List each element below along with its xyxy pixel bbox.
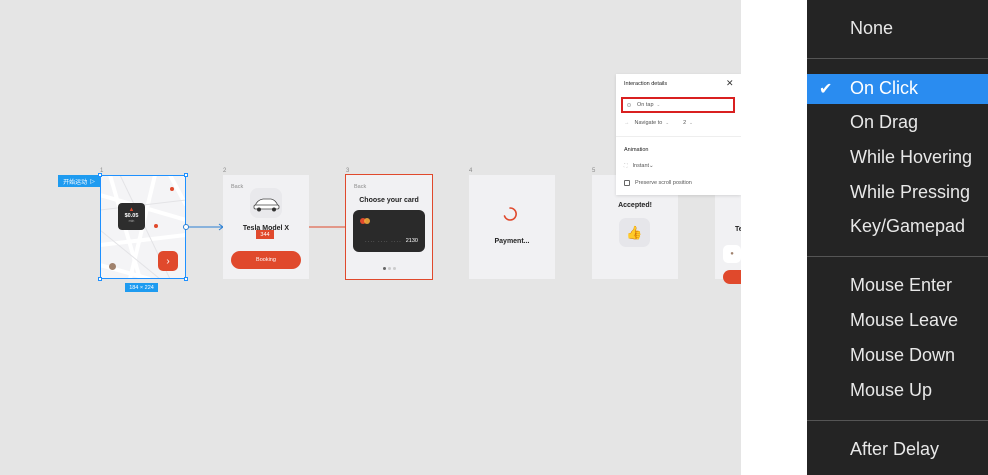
booking-button[interactable]: Booking <box>231 251 301 269</box>
animation-icon: ⛶ <box>624 163 628 169</box>
menu-item-after-delay[interactable]: After Delay <box>850 438 939 460</box>
car-image <box>250 188 282 218</box>
preserve-scroll-checkbox[interactable] <box>624 180 630 186</box>
preserve-scroll-option[interactable]: Preserve scroll position <box>624 180 692 186</box>
chevron-down-icon: ⌄ <box>649 163 654 169</box>
frame-payment[interactable]: Payment... <box>469 175 555 279</box>
pager-dot <box>392 267 396 270</box>
chevron-down-icon: ⌄ <box>656 102 661 107</box>
arrow-right-icon: → <box>624 120 630 126</box>
panel-divider <box>616 136 741 137</box>
frame-choose-card[interactable]: Back Choose your card ···· ···· ···· 213… <box>345 174 433 280</box>
price-badge: 344 <box>256 230 274 239</box>
back-link[interactable]: Back <box>354 184 366 190</box>
animation-dropdown[interactable]: ⛶ Instant ⌄ <box>624 163 654 169</box>
card-title: Choose your card <box>359 197 419 204</box>
panel-title: Interaction details <box>624 81 668 87</box>
checkmark-icon: ✔ <box>819 81 833 98</box>
pager-dot <box>387 267 391 270</box>
payment-card[interactable]: ···· ···· ···· 2130 <box>353 210 425 252</box>
interaction-details-panel: Interaction details ✕ On tap ⌄ → Navigat… <box>616 74 741 195</box>
menu-separator <box>807 256 988 257</box>
menu-item-on-click[interactable]: On Click <box>850 77 918 99</box>
pin-icon: ● <box>723 245 741 263</box>
pager-dot <box>382 267 386 270</box>
menu-item-mouse-down[interactable]: Mouse Down <box>850 344 955 366</box>
navigate-row[interactable]: → Navigate to ⌄ 2 ⌄ <box>624 120 693 126</box>
frame-car-detail[interactable]: Back Tesla Model X Booking <box>223 175 309 279</box>
chevron-down-icon: ⌄ <box>665 120 670 125</box>
menu-item-mouse-leave[interactable]: Mouse Leave <box>850 309 958 331</box>
preserve-scroll-label: Preserve scroll position <box>635 180 692 186</box>
animation-value: Instant <box>632 163 650 169</box>
trigger-dropdown[interactable]: On tap ⌄ <box>621 97 735 113</box>
mastercard-icon <box>360 218 370 224</box>
chevron-down-icon: ⌄ <box>689 120 693 125</box>
card-pager <box>346 267 432 270</box>
animation-title: Animation <box>624 147 649 153</box>
trigger-value: On tap <box>637 102 654 108</box>
card-number-mask: ···· ···· ···· <box>365 239 402 245</box>
navigate-label: Navigate to <box>634 120 663 126</box>
trigger-menu: None ✔ On Click On Drag While Hovering W… <box>807 0 988 475</box>
white-gutter <box>741 0 807 475</box>
close-icon[interactable]: ✕ <box>726 79 734 88</box>
back-link[interactable]: Back <box>231 184 243 190</box>
payment-status: Payment... <box>494 238 530 245</box>
car-icon <box>253 198 280 212</box>
menu-item-key-gamepad[interactable]: Key/Gamepad <box>850 215 965 237</box>
thumbs-up-icon: 👍 <box>619 218 650 247</box>
menu-separator <box>807 420 988 421</box>
trigger-dot-icon <box>627 103 631 107</box>
menu-item-on-drag[interactable]: On Drag <box>850 111 918 133</box>
loading-spinner-icon <box>503 207 517 221</box>
menu-item-while-pressing[interactable]: While Pressing <box>850 181 970 203</box>
navigate-target[interactable]: 2 <box>683 120 686 126</box>
menu-item-while-hovering[interactable]: While Hovering <box>850 146 972 168</box>
menu-item-mouse-enter[interactable]: Mouse Enter <box>850 274 952 296</box>
card-last-digits: 2130 <box>405 238 418 244</box>
menu-separator <box>807 58 988 59</box>
partial-button[interactable] <box>723 270 741 284</box>
menu-item-none[interactable]: None <box>850 17 893 39</box>
accepted-status: Accepted! <box>618 202 652 209</box>
menu-item-mouse-up[interactable]: Mouse Up <box>850 379 932 401</box>
prototype-canvas[interactable]: 1 2 3 4 5 开始运动 ▷ ▲ $0.05 min › 184 × 224… <box>0 0 741 475</box>
